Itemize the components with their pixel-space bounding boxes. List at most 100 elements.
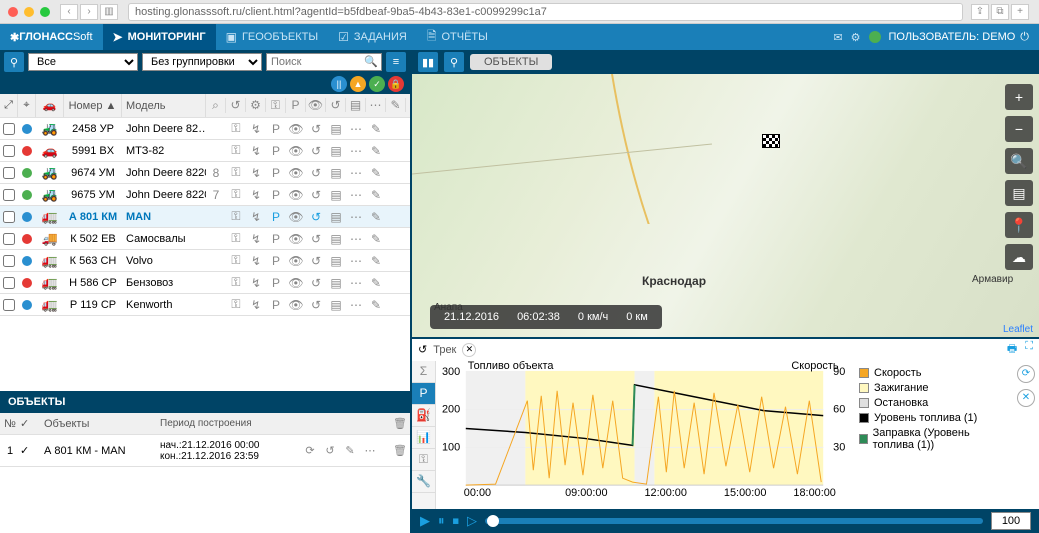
column-action-icon[interactable]: ✎ [386, 98, 406, 112]
row-action-icon[interactable]: ↺ [306, 250, 326, 271]
key-icon[interactable]: ⚿ [226, 294, 246, 315]
share-button[interactable]: ⇪ [971, 4, 989, 20]
row-action-icon[interactable]: 👁 [286, 206, 306, 227]
row-checkbox[interactable] [3, 145, 15, 157]
map[interactable]: Краснодар Анапа Армавир 21.12.2016 06:02… [412, 74, 1039, 337]
row-checkbox[interactable] [3, 211, 15, 223]
row-action-icon[interactable]: 👁 [286, 294, 306, 315]
status-chip-icon[interactable]: || [331, 76, 347, 92]
skip-icon[interactable]: ▷ [467, 513, 477, 529]
track-sidebar-item[interactable]: Σ [412, 361, 435, 383]
row-action-icon[interactable]: P [266, 140, 286, 161]
track-sidebar-item[interactable]: ⛽ [412, 405, 435, 427]
row-action-icon[interactable]: ✎ [366, 250, 386, 271]
tab-geoobjects[interactable]: ▣ГЕООБЪЕКТЫ [216, 24, 329, 50]
back-button[interactable]: ‹ [60, 4, 78, 20]
map-tool-button[interactable]: 📍 [1005, 212, 1033, 238]
obj-row-trash-icon[interactable]: 🗑 [390, 444, 410, 457]
row-action-icon[interactable]: ✎ [366, 272, 386, 293]
signal-icon[interactable]: ↯ [246, 272, 266, 293]
legend-item[interactable]: Уровень топлива (1) [859, 412, 1007, 424]
vehicle-row[interactable]: 🚛 К 563 СН Volvo ⚿ ↯ P👁↺▤⋯✎ [0, 250, 410, 272]
track-sidebar-item[interactable]: 📊 [412, 427, 435, 449]
row-action-icon[interactable]: 👁 [286, 184, 306, 205]
track-close-icon[interactable]: ✕ [462, 343, 476, 357]
vehicle-row[interactable]: 🚛 Р 119 СР Kenworth ⚿ ↯ P👁↺▤⋯✎ [0, 294, 410, 316]
maximize-window-icon[interactable] [40, 7, 50, 17]
vehicle-row[interactable]: 🚗 5991 BX МТЗ-82 ⚿ ↯ P👁↺▤⋯✎ [0, 140, 410, 162]
track-chart[interactable]: 300 200 100 90 60 30 Топливо объекта Ско… [436, 361, 853, 510]
key-icon[interactable]: ⚿ [226, 272, 246, 293]
row-checkbox[interactable] [3, 167, 15, 179]
row-checkbox[interactable] [3, 123, 15, 135]
type-col-icon[interactable]: 🚗 [36, 94, 64, 117]
minimize-window-icon[interactable] [24, 7, 34, 17]
row-checkbox[interactable] [3, 277, 15, 289]
search-icon[interactable]: 🔍 [364, 55, 378, 68]
row-action-icon[interactable]: P [266, 250, 286, 271]
row-action-icon[interactable]: ⋯ [346, 162, 366, 183]
row-action-icon[interactable]: ▤ [326, 162, 346, 183]
signal-icon[interactable]: ↯ [246, 206, 266, 227]
play-icon[interactable]: ▶ [420, 513, 430, 529]
status-chip-icon[interactable]: ▲ [350, 76, 366, 92]
map-objects-badge[interactable]: ОБЪЕКТЫ [470, 54, 552, 70]
key-icon[interactable]: ⚿ [226, 162, 246, 183]
row-action-icon[interactable]: ▤ [326, 184, 346, 205]
row-action-icon[interactable]: ↺ [306, 140, 326, 161]
map-tool-button[interactable]: − [1005, 116, 1033, 142]
key-icon[interactable]: ⚿ [226, 184, 246, 205]
row-action-icon[interactable]: P [266, 294, 286, 315]
key-icon[interactable]: ⚿ [226, 228, 246, 249]
row-action-icon[interactable]: 👁 [286, 272, 306, 293]
check-icon[interactable]: ✓ [20, 445, 29, 457]
history-icon[interactable]: ↺ [418, 343, 427, 356]
expand-col-icon[interactable]: ⤢ [0, 94, 18, 117]
row-action-icon[interactable]: ✎ [366, 162, 386, 183]
legend-item[interactable]: Заправка (Уровень топлива (1)) [859, 427, 1007, 451]
row-action-icon[interactable]: ▤ [326, 250, 346, 271]
status-chip-icon[interactable]: ✓ [369, 76, 385, 92]
row-action-icon[interactable]: ↺ [306, 272, 326, 293]
row-action-icon[interactable]: 👁 [286, 228, 306, 249]
column-action-icon[interactable]: ⚙ [246, 98, 266, 112]
tab-monitoring[interactable]: ➤МОНИТОРИНГ [103, 24, 216, 50]
column-action-icon[interactable]: ⚿ [266, 98, 286, 113]
fullscreen-icon[interactable]: ⛶ [1025, 340, 1033, 359]
sidebar-button[interactable]: ▥ [100, 4, 118, 20]
column-action-icon[interactable]: ↺ [326, 98, 346, 112]
row-action-icon[interactable]: P [266, 162, 286, 183]
grouping-select[interactable]: Без группировки [142, 53, 262, 71]
map-filter-icon[interactable]: ⚲ [444, 52, 464, 72]
map-bars-icon[interactable]: ▮▮ [418, 52, 438, 72]
row-action-icon[interactable]: ✎ [366, 118, 386, 139]
tabs-button[interactable]: ⧉ [991, 4, 1009, 20]
row-action-icon[interactable]: ✎ [366, 206, 386, 227]
playback-speed-input[interactable] [991, 512, 1031, 530]
row-action-icon[interactable]: ↺ [306, 184, 326, 205]
target-col-icon[interactable]: ⌖ [18, 94, 36, 117]
row-action-icon[interactable]: 👁 [286, 162, 306, 183]
row-action-icon[interactable]: P [266, 118, 286, 139]
row-checkbox[interactable] [3, 233, 15, 245]
row-action-icon[interactable]: ⋯ [346, 140, 366, 161]
row-checkbox[interactable] [3, 255, 15, 267]
row-action-icon[interactable]: ⋯ [346, 294, 366, 315]
obj-row-action-icon[interactable]: ✎ [340, 444, 360, 457]
column-action-icon[interactable]: 👁 [306, 98, 326, 112]
mail-icon[interactable]: ✉ [833, 31, 842, 44]
legend-item[interactable]: Остановка [859, 397, 1007, 409]
row-action-icon[interactable]: P [266, 228, 286, 249]
track-sidebar-item[interactable]: 🔧 [412, 471, 435, 493]
row-action-icon[interactable]: ▤ [326, 272, 346, 293]
track-sidebar-item[interactable]: ⚿ [412, 449, 435, 471]
row-checkbox[interactable] [3, 189, 15, 201]
row-action-icon[interactable]: 👁 [286, 118, 306, 139]
legend-item[interactable]: Зажигание [859, 382, 1007, 394]
legend-item[interactable]: Скорость [859, 367, 1007, 379]
tab-tasks[interactable]: ☑ЗАДАНИЯ [328, 24, 417, 50]
row-action-icon[interactable]: P [266, 184, 286, 205]
object-row[interactable]: 1 ✓ А 801 КМ - MAN нач.:21.12.2016 00:00… [0, 435, 410, 467]
settings-icon[interactable]: ⚙ [851, 31, 861, 44]
obj-row-action-icon[interactable]: ⟳ [300, 444, 320, 457]
